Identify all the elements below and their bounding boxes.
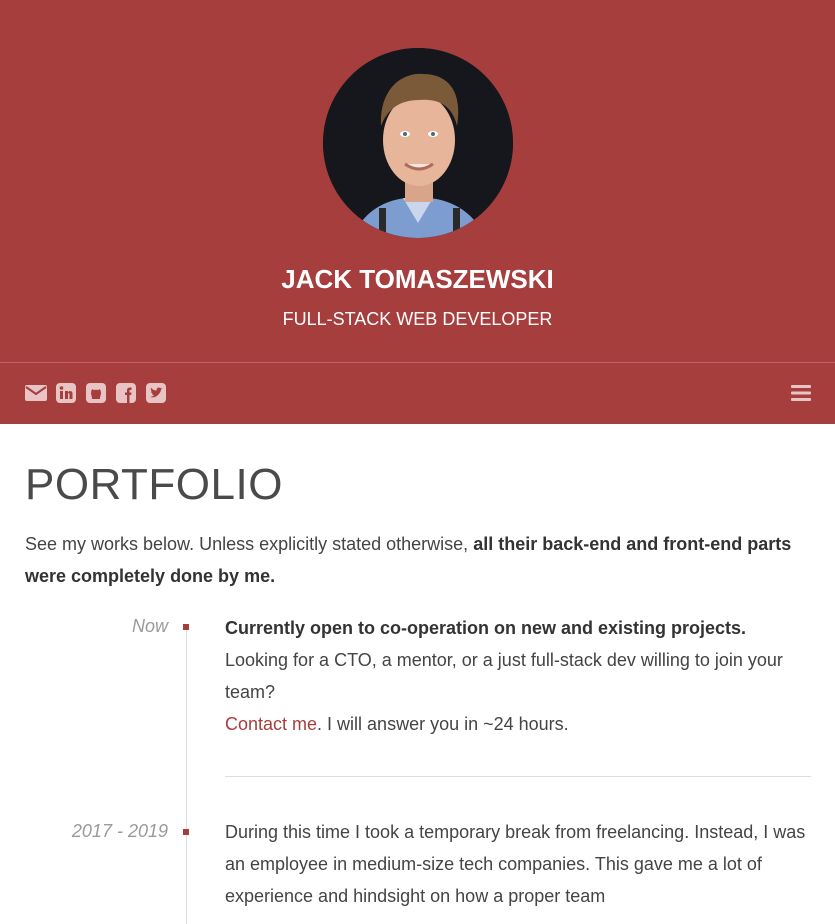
timeline-entry-text: Looking for a CTO, a mentor, or a just f…: [225, 650, 783, 702]
timeline-marker: [183, 829, 189, 835]
facebook-icon[interactable]: [115, 382, 137, 404]
avatar-portrait-image: [323, 48, 513, 238]
contact-me-link[interactable]: Contact me: [225, 714, 317, 734]
github-icon[interactable]: [85, 382, 107, 404]
timeline-divider: [225, 776, 811, 777]
nav-bar: [0, 362, 835, 424]
page-title: PORTFOLIO: [25, 460, 283, 509]
timeline-date: Now: [131, 616, 168, 636]
profile-title: FULL-STACK WEB DEVELOPER: [282, 309, 553, 329]
twitter-icon[interactable]: [145, 382, 167, 404]
profile-avatar: [323, 48, 513, 238]
profile-name: JACK TOMASZEWSKI: [281, 264, 554, 294]
timeline-entry-heading: Currently open to co-operation on new an…: [225, 618, 747, 638]
timeline-date: 2017 - 2019: [71, 821, 168, 841]
timeline-entry-note: . I will answer you in ~24 hours.: [317, 714, 569, 734]
intro-text: See my works below. Unless explicitly st…: [25, 534, 474, 554]
linkedin-icon[interactable]: [55, 382, 77, 404]
timeline-entry-text: During this time I took a temporary brea…: [225, 822, 806, 906]
timeline-entry: During this time I took a temporary brea…: [225, 816, 810, 912]
envelope-icon[interactable]: [25, 382, 47, 404]
timeline-entry: Currently open to co-operation on new an…: [225, 612, 810, 740]
social-links: [25, 382, 167, 404]
timeline-marker: [183, 624, 189, 630]
profile-header: JACK TOMASZEWSKI FULL-STACK WEB DEVELOPE…: [0, 0, 835, 362]
hamburger-menu-icon[interactable]: [791, 383, 811, 403]
timeline-line: [186, 624, 187, 924]
intro-paragraph: See my works below. Unless explicitly st…: [25, 528, 810, 592]
